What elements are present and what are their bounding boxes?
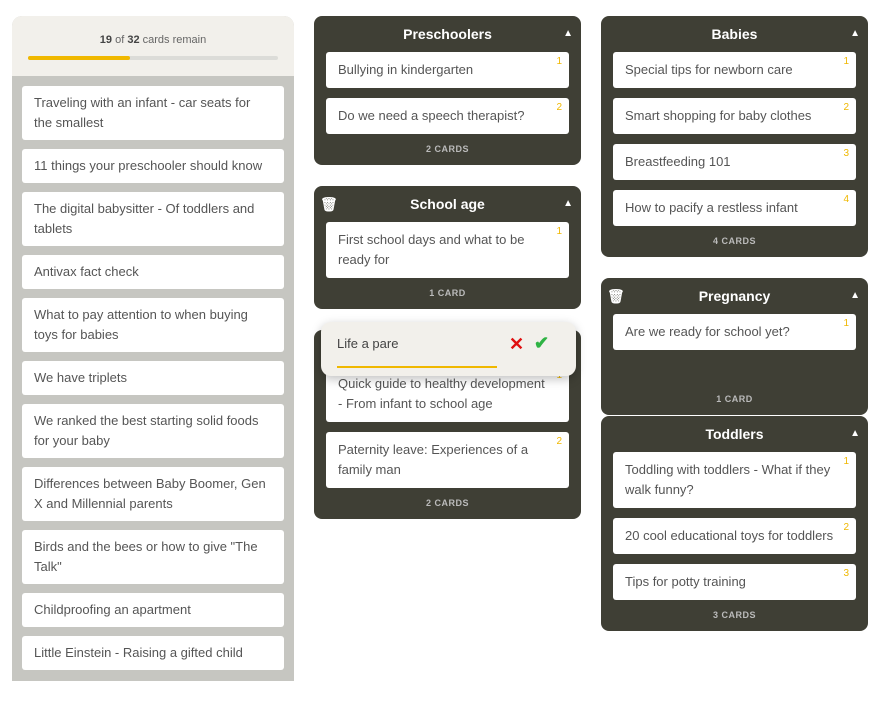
card-rank: 2 — [556, 102, 562, 113]
unsorted-card[interactable]: Childproofing an apartment — [22, 593, 284, 627]
total-count: 32 — [127, 34, 140, 46]
group-title[interactable]: Pregnancy — [699, 288, 771, 304]
group-card-count: 4 CARDS — [712, 236, 756, 246]
card-text: Quick guide to healthy development - Fro… — [338, 376, 545, 411]
progress-header: 19 of 32 cards remain — [12, 16, 294, 76]
unsorted-card-list[interactable]: Traveling with an infant - car seats for… — [12, 76, 294, 670]
group-card[interactable]: First school days and what to be ready f… — [326, 222, 569, 278]
card-text: 20 cool educational toys for toddlers — [625, 528, 834, 543]
group-card[interactable]: Breastfeeding 101 3 — [613, 144, 856, 180]
group-card[interactable]: 20 cool educational toys for toddlers 2 — [613, 518, 856, 554]
card-rank: 1 — [556, 56, 562, 67]
unsorted-card[interactable]: Differences between Baby Boomer, Gen X a… — [22, 467, 284, 521]
of-label: of — [115, 34, 125, 46]
collapse-caret-icon[interactable]: ▲ — [850, 278, 860, 314]
card-text: Breastfeeding 101 — [625, 154, 731, 169]
card-text: First school days and what to be ready f… — [338, 232, 525, 267]
group-card[interactable]: Bullying in kindergarten 1 — [326, 52, 569, 88]
unsorted-card[interactable]: Birds and the bees or how to give "The T… — [22, 530, 284, 584]
card-group[interactable]: Toddlers ▲ Toddling with toddlers - What i… — [601, 416, 868, 631]
group-header: 🗑 Pregnancy ▲ — [607, 278, 860, 314]
card-group[interactable]: 🗑 School age ▲ First school days and what t… — [314, 186, 581, 309]
group-card[interactable]: Do we need a speech therapist? 2 — [326, 98, 569, 134]
group-header: Babies ▲ — [613, 16, 860, 52]
group-card[interactable]: Paternity leave: Experiences of a family… — [326, 432, 569, 488]
trash-icon[interactable]: 🗑 — [607, 278, 625, 314]
collapse-caret-icon[interactable]: ▲ — [850, 16, 860, 52]
cancel-icon[interactable]: ✕ — [509, 334, 524, 355]
group-title[interactable]: Toddlers — [705, 426, 763, 442]
progress-fill — [28, 56, 130, 60]
group-card[interactable]: Smart shopping for baby clothes 2 — [613, 98, 856, 134]
unsorted-card[interactable]: The digital babysitter - Of toddlers and… — [22, 192, 284, 246]
card-text: How to pacify a restless infant — [625, 200, 798, 215]
group-card-count: 2 CARDS — [425, 498, 469, 508]
card-text: Toddling with toddlers - What if they wa… — [625, 462, 831, 497]
group-card-count: 1 CARD — [716, 394, 753, 404]
unsorted-card[interactable]: Traveling with an infant - car seats for… — [22, 86, 284, 140]
progress-bar — [28, 56, 278, 60]
group-header: 🗑 School age ▲ — [320, 186, 573, 222]
card-rank: 2 — [843, 522, 849, 533]
collapse-caret-icon[interactable]: ▲ — [563, 186, 573, 222]
card-text: Do we need a speech therapist? — [338, 108, 525, 123]
card-group[interactable]: Preschoolers ▲ Bullying in kindergarten 1 Do… — [314, 16, 581, 165]
collapse-caret-icon[interactable]: ▲ — [563, 16, 573, 52]
group-card[interactable]: How to pacify a restless infant 4 — [613, 190, 856, 226]
group-card[interactable]: Tips for potty training 3 — [613, 564, 856, 600]
card-text: Bullying in kindergarten — [338, 62, 474, 77]
card-group[interactable]: Babies ▲ Special tips for newborn care 1 Sma… — [601, 16, 868, 257]
group-title[interactable]: Babies — [712, 26, 758, 42]
group-header: Toddlers ▲ — [613, 416, 860, 452]
card-text: Smart shopping for baby clothes — [625, 108, 812, 123]
card-text: Special tips for newborn care — [625, 62, 793, 77]
card-rank: 1 — [556, 226, 562, 237]
unsorted-card[interactable]: 11 things your preschooler should know — [22, 149, 284, 183]
card-text: Paternity leave: Experiences of a family… — [338, 442, 529, 477]
group-card[interactable]: Toddling with toddlers - What if they wa… — [613, 452, 856, 508]
card-rank: 4 — [843, 194, 849, 205]
group-card-count: 3 CARDS — [712, 610, 756, 620]
card-group[interactable]: 🗑 Pregnancy ▲ Are we ready for school yet? 1… — [601, 278, 868, 415]
unsorted-card[interactable]: What to pay attention to when buying toy… — [22, 298, 284, 352]
card-rank: 2 — [556, 436, 562, 447]
confirm-check-icon[interactable]: ✔ — [534, 333, 549, 354]
card-rank: 1 — [843, 318, 849, 329]
collapse-caret-icon[interactable]: ▲ — [850, 416, 860, 452]
unsorted-card[interactable]: Antivax fact check — [22, 255, 284, 289]
remain-label: cards remain — [142, 34, 207, 46]
card-text: Tips for potty training — [625, 574, 746, 589]
input-underline — [337, 366, 497, 368]
trash-icon[interactable]: 🗑 — [320, 186, 338, 222]
unsorted-card[interactable]: We have triplets — [22, 361, 284, 395]
card-text: Are we ready for school yet? — [625, 324, 790, 339]
group-card[interactable]: Special tips for newborn care 1 — [613, 52, 856, 88]
group-title[interactable]: Preschoolers — [403, 26, 492, 42]
group-header: Preschoolers ▲ — [326, 16, 573, 52]
card-rank: 3 — [843, 148, 849, 159]
card-rank: 2 — [843, 102, 849, 113]
group-card-count: 1 CARD — [429, 288, 466, 298]
card-rank: 1 — [843, 56, 849, 67]
card-rank: 3 — [843, 568, 849, 579]
card-rank: 1 — [843, 456, 849, 467]
group-card[interactable]: Are we ready for school yet? 1 — [613, 314, 856, 350]
unsorted-card[interactable]: We ranked the best starting solid foods … — [22, 404, 284, 458]
unsorted-card[interactable]: Little Einstein - Raising a gifted child — [22, 636, 284, 670]
unsorted-cards-panel: 19 of 32 cards remain Traveling with an … — [12, 16, 294, 681]
group-name-editor: ✕ ✔ — [321, 322, 576, 376]
group-title[interactable]: School age — [410, 196, 485, 212]
group-name-input[interactable] — [337, 336, 497, 351]
group-card-count: 2 CARDS — [425, 144, 469, 154]
remaining-count: 19 — [99, 34, 113, 46]
